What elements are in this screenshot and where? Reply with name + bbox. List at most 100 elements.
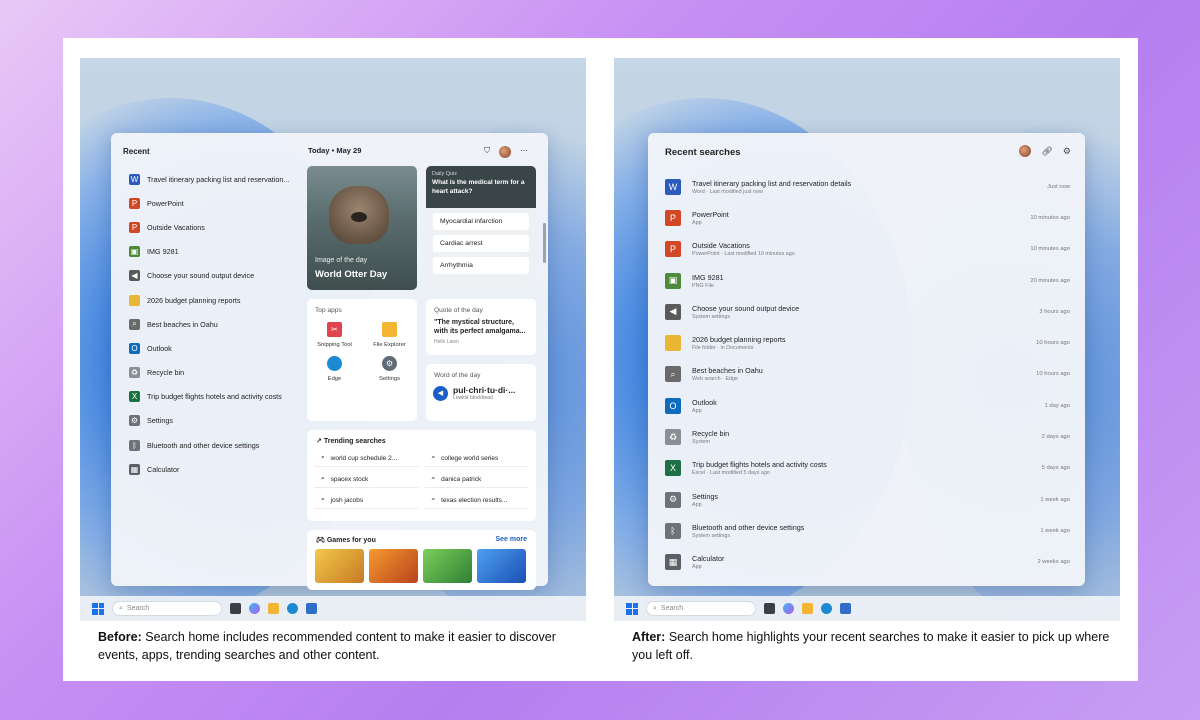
recent-search-name: IMG 9281: [692, 272, 724, 282]
trending-item[interactable]: ⌕ college world series: [424, 450, 529, 467]
recent-searches-title: Recent searches: [665, 147, 741, 158]
recent-item-label: IMG 9281: [147, 247, 179, 257]
copilot-icon[interactable]: [783, 603, 794, 614]
windows-start-icon[interactable]: [92, 602, 104, 615]
game-thumbnail[interactable]: [369, 549, 418, 583]
taskbar-search-box[interactable]: ⌕ Search: [646, 601, 756, 616]
panel-top-icons: ⛉ ⋯: [484, 146, 528, 158]
trending-item[interactable]: ⌕ josh jacobs: [314, 492, 419, 509]
recent-item[interactable]: ▣ IMG 9281: [129, 240, 299, 264]
recent-search-item[interactable]: P Outside Vacations PowerPoint · Last modi…: [665, 234, 1070, 265]
taskbar-search-placeholder: Search: [126, 605, 150, 612]
trending-item[interactable]: ⌕ texas election results...: [424, 492, 529, 509]
recent-item-label: Settings: [147, 416, 173, 426]
trending-item[interactable]: ⌕ danica patrick: [424, 471, 529, 488]
gear-icon[interactable]: ⚙: [1063, 146, 1071, 157]
recent-item[interactable]: ▦ Calculator: [129, 457, 299, 481]
avatar[interactable]: [1019, 145, 1032, 157]
avatar[interactable]: [499, 146, 511, 158]
recent-search-name: PowerPoint: [692, 209, 729, 219]
copilot-icon[interactable]: [249, 603, 260, 614]
today-label: Today: [308, 146, 330, 155]
store-icon[interactable]: [306, 603, 317, 614]
recent-search-item[interactable]: ▦ Calculator App 2 weeks ago: [665, 547, 1070, 578]
recent-search-time: 2 weeks ago: [1037, 559, 1070, 566]
recent-search-item[interactable]: ⚙ Settings App 1 week ago: [665, 484, 1070, 515]
folder-icon[interactable]: [268, 603, 279, 614]
recent-item[interactable]: W Travel itinerary packing list and reser…: [129, 167, 299, 191]
daily-quiz-tile: Daily Quiz What is the medical term for …: [426, 166, 536, 290]
recent-search-item[interactable]: P PowerPoint App 10 minutes ago: [665, 202, 1070, 233]
app-file-explorer[interactable]: File Explorer: [362, 322, 417, 348]
image-of-the-day-tile[interactable]: Image of the day World Otter Day: [307, 166, 417, 290]
taskbar: ⌕ Search: [614, 596, 1120, 621]
recent-item[interactable]: ⚙ Settings: [129, 409, 299, 433]
recent-item[interactable]: O Outlook: [129, 336, 299, 360]
recent-item[interactable]: P PowerPoint: [129, 191, 299, 215]
trending-label: Trending searches: [323, 438, 386, 445]
recent-search-time: 3 hours ago: [1039, 308, 1070, 315]
trending-item[interactable]: ⌕ spacex stock: [314, 471, 419, 488]
folder-icon: [665, 335, 681, 352]
recent-search-item[interactable]: ⌕ Best beaches in Oahu Web search · Edge 10…: [665, 359, 1070, 390]
word-text: pul·chri·tu·di·...: [453, 385, 516, 395]
app-edge[interactable]: Edge: [307, 356, 362, 382]
excel-icon: X: [665, 460, 681, 477]
trending-item[interactable]: ⌕ world cup schedule 2...: [314, 450, 419, 467]
recent-search-item[interactable]: ♻ Recycle bin System 2 days ago: [665, 421, 1070, 452]
calculator-icon: ▦: [665, 554, 681, 571]
recent-search-text: Calculator App: [692, 554, 1037, 570]
recent-search-item[interactable]: ▣ IMG 9281 PNG File 20 minutes ago: [665, 265, 1070, 296]
gear-icon: ⚙: [129, 415, 140, 427]
game-thumbnail[interactable]: [423, 549, 472, 583]
recent-search-item[interactable]: ᛒ Bluetooth and other device settings Syst…: [665, 515, 1070, 546]
game-thumbnail[interactable]: [477, 549, 526, 583]
quote-of-the-day-tile[interactable]: Quote of the day "The mystical structure…: [426, 299, 536, 355]
recycle-bin-icon: ♻: [129, 367, 140, 379]
recent-search-text: Bluetooth and other device settings Syste…: [692, 523, 1040, 539]
speaker-icon: ◀: [665, 303, 681, 320]
see-more-link[interactable]: See more: [495, 536, 527, 544]
folder-icon[interactable]: [802, 603, 813, 614]
caption-text: Search home includes recommended content…: [98, 630, 556, 663]
trending-item-label: josh jacobs: [330, 496, 364, 504]
word-of-the-day-tile[interactable]: Word of the day ◀ pul·chri·tu·di·... Low…: [426, 364, 536, 421]
recent-search-name: Settings: [692, 491, 718, 501]
edge-icon[interactable]: [821, 603, 832, 614]
more-options-icon[interactable]: ⋯: [520, 146, 528, 158]
taskbar-search-box[interactable]: ⌕ Search: [112, 601, 222, 616]
recent-search-subtitle: App: [692, 407, 702, 414]
recent-item[interactable]: ⌕ Best beaches in Oahu: [129, 312, 299, 336]
rewards-icon[interactable]: ⛉: [484, 146, 490, 158]
recent-item[interactable]: P Outside Vacations: [129, 215, 299, 239]
recent-search-item[interactable]: W Travel itinerary packing list and reser…: [665, 171, 1070, 202]
recent-item[interactable]: 2026 budget planning reports: [129, 288, 299, 312]
app-snipping-tool[interactable]: ✂ Snipping Tool: [307, 322, 362, 348]
link-icon[interactable]: 🔗︎: [1041, 146, 1052, 157]
recent-item[interactable]: ᛒ Bluetooth and other device settings: [129, 433, 299, 457]
scrollbar[interactable]: [543, 223, 546, 263]
recent-search-item[interactable]: O Outlook App 1 day ago: [665, 390, 1070, 421]
recent-search-time: 10 hours ago: [1036, 340, 1070, 347]
recent-item[interactable]: ♻ Recycle bin: [129, 361, 299, 385]
recent-item[interactable]: X Trip budget flights hotels and activity…: [129, 385, 299, 409]
edge-icon[interactable]: [287, 603, 298, 614]
recent-search-item[interactable]: X Trip budget flights hotels and activity…: [665, 453, 1070, 484]
quiz-option[interactable]: Myocardial infarction: [433, 213, 529, 230]
recent-item[interactable]: ◀ Choose your sound output device: [129, 264, 299, 288]
recent-search-text: Recycle bin System: [692, 429, 1042, 445]
task-view-icon[interactable]: [230, 603, 241, 614]
game-thumbnail[interactable]: [315, 549, 364, 583]
quiz-option[interactable]: Cardiac arrest: [433, 235, 529, 252]
recent-search-time: 2 days ago: [1041, 434, 1070, 441]
task-view-icon[interactable]: [764, 603, 775, 614]
quiz-option[interactable]: Arrhythmia: [433, 257, 529, 274]
speaker-icon[interactable]: ◀: [433, 385, 448, 401]
recent-search-time: 10 hours ago: [1036, 371, 1070, 378]
recent-search-item[interactable]: 2026 budget planning reports File folder …: [665, 327, 1070, 358]
recent-search-item[interactable]: ◀ Choose your sound output device System s…: [665, 296, 1070, 327]
quiz-question: What is the medical term for a heart att…: [432, 179, 525, 195]
app-settings[interactable]: ⚙ Settings: [362, 356, 417, 382]
windows-start-icon[interactable]: [626, 602, 638, 615]
store-icon[interactable]: [840, 603, 851, 614]
